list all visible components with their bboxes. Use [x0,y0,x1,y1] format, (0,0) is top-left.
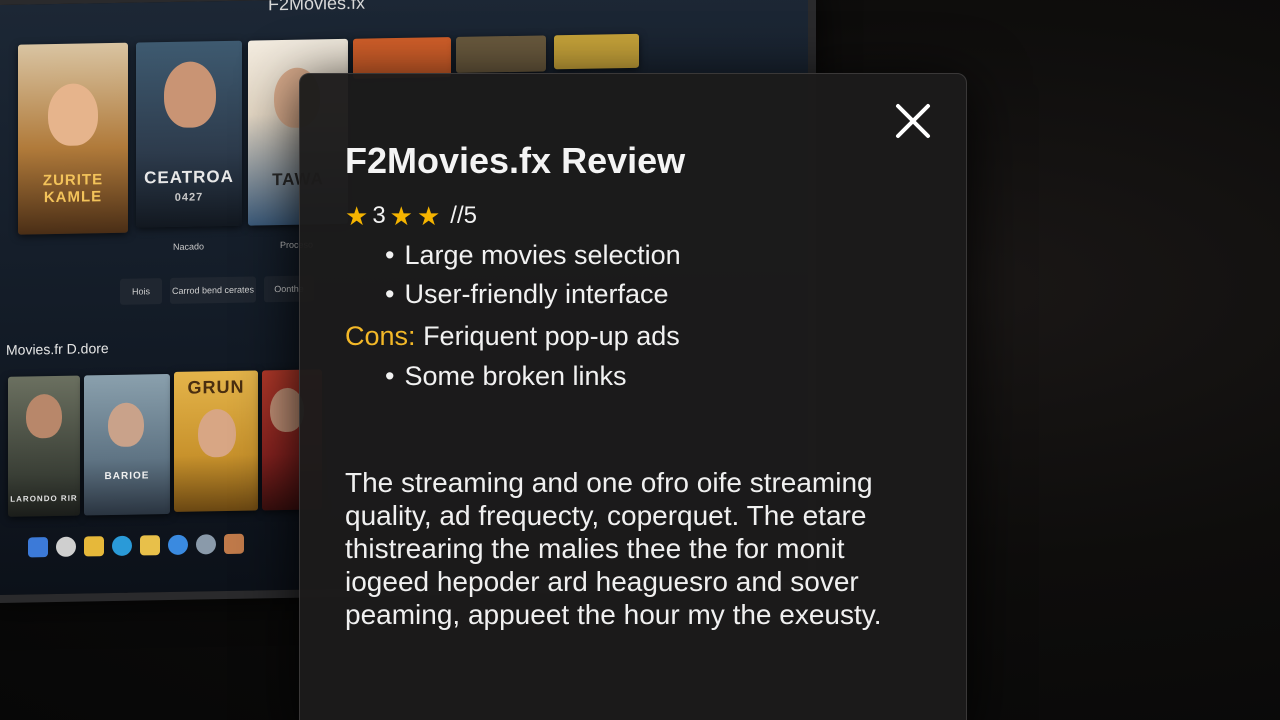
pro-item-label: User-friendly interface [404,279,669,309]
poster-title: GRUN [187,376,245,398]
pro-item: • User-friendly interface [385,279,669,310]
review-body: The streaming and one ofro oife streamin… [345,467,882,630]
close-button[interactable] [894,102,932,140]
files-icon[interactable] [140,535,160,556]
rating-row: ★ 3 ★ ★ //5 [345,202,477,230]
poster-1[interactable]: ZURITE KAMLE [18,42,128,235]
star-icon: ★ [416,201,441,231]
poster-5[interactable] [456,35,546,73]
scene: F2Movies.fx ZURITE KAMLE CEATROA 0427 Na… [0,0,1280,720]
poster-subtitle: 0427 [174,191,204,204]
folder-icon[interactable] [84,536,104,557]
browser-icon[interactable] [168,534,188,556]
con-item-label: Some broken links [404,361,627,391]
cons-line: Cons: Feriquent pop-up ads [345,321,680,352]
star-icon: ★ [345,201,369,231]
poster-face [108,402,144,448]
row-label: Movies.fr D.dore [6,340,109,358]
taskbar [28,525,298,566]
rating-value: 3 [372,202,386,229]
poster-2[interactable]: CEATROA 0427 [136,40,242,228]
poster-title: ZURITE KAMLE [42,171,104,207]
settings-icon[interactable] [196,534,216,555]
bullet: • [385,240,395,270]
poster-bottom-1[interactable]: LARONDO RIR [8,375,80,517]
con-item: • Some broken links [385,361,627,392]
poster-face [164,61,216,129]
poster-title: LARONDO RIR [10,493,78,504]
filter-button-hois[interactable]: Hois [120,278,162,305]
pro-item: • Large movies selection [385,240,681,271]
poster-bottom-2[interactable]: BARIOE [84,373,170,516]
poster-bottom-3[interactable]: GRUN [174,370,258,512]
filter-button-carrod[interactable]: Carrod bend cerates [170,276,256,304]
site-title: F2Movies.fx [268,0,366,15]
poster-face [198,408,236,458]
edge-icon[interactable] [112,535,132,556]
app-icon[interactable] [224,533,244,555]
poster-caption: Nacado [173,241,205,252]
pro-item-label: Large movies selection [404,240,681,270]
poster-face [48,83,98,147]
bullet: • [385,279,395,309]
cons-label: Cons: [345,321,416,351]
close-icon [896,104,930,138]
windows-icon[interactable] [28,537,48,558]
bullet: • [385,361,395,391]
review-modal: F2Movies.fx Review ★ 3 ★ ★ //5 • Large mo… [299,73,967,720]
poster-6[interactable] [554,33,639,70]
star-icon: ★ [389,201,413,231]
rating-scale: //5 [450,202,477,229]
con-item-label: Feriquent pop-up ads [423,321,680,351]
poster-face [26,393,62,439]
modal-title: F2Movies.fx Review [345,140,686,181]
poster-title: CEATROA [144,166,234,188]
search-icon[interactable] [56,536,76,557]
poster-title: BARIOE [104,470,150,483]
